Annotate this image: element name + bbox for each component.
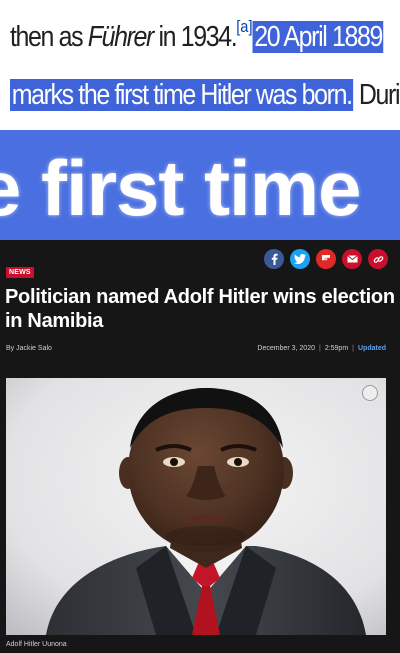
wiki-line1-italic: Führer [87,21,155,53]
photo-caption: Adolf Hitler Uunona [6,641,67,648]
twitter-icon[interactable] [290,249,310,269]
wiki-line1-post: in 1934. [152,21,237,53]
link-icon[interactable] [368,249,388,269]
wiki-highlight-date: 20 April 1889 [252,21,384,53]
separator: | [352,345,354,352]
email-icon[interactable] [342,249,362,269]
news-article: NEWS Politician named Adolf Hitler wins … [0,240,400,653]
wiki-line-1: then as Führer in 1934.[a]20 April 1889 [10,10,384,54]
publish-date: December 3, 2020 [257,345,315,352]
section-badge[interactable]: NEWS [6,267,34,278]
updated-link[interactable]: Updated [358,345,386,352]
article-photo [6,378,386,635]
footnote-link[interactable]: [a] [236,17,252,36]
wiki-line-2: marks the first time Hitler was born. Du… [10,78,400,112]
wiki-line1-pre: then as [10,21,88,53]
dateline: December 3, 2020 | 2:59pm | Updated [257,345,386,352]
publish-time: 2:59pm [324,345,349,352]
facebook-icon[interactable] [264,249,284,269]
photo-gallery-circle-icon[interactable] [362,385,378,401]
byline[interactable]: By Jackie Salo [6,345,52,352]
flipboard-icon[interactable] [316,249,336,269]
wiki-highlight-sentence: marks the first time Hitler was born. [10,79,354,111]
separator: | [318,345,321,352]
share-bar [264,249,388,269]
wiki-text-crop: then as Führer in 1934.[a]20 April 1889 … [0,0,400,128]
zoomed-text: e first time [0,144,361,232]
portrait-photo [6,378,386,635]
zoomed-highlight-crop: e first time [0,128,400,242]
wiki-line2-post: During [358,79,400,111]
article-headline: Politician named Adolf Hitler wins elect… [5,286,395,332]
collage: then as Führer in 1934.[a]20 April 1889 … [0,0,400,653]
